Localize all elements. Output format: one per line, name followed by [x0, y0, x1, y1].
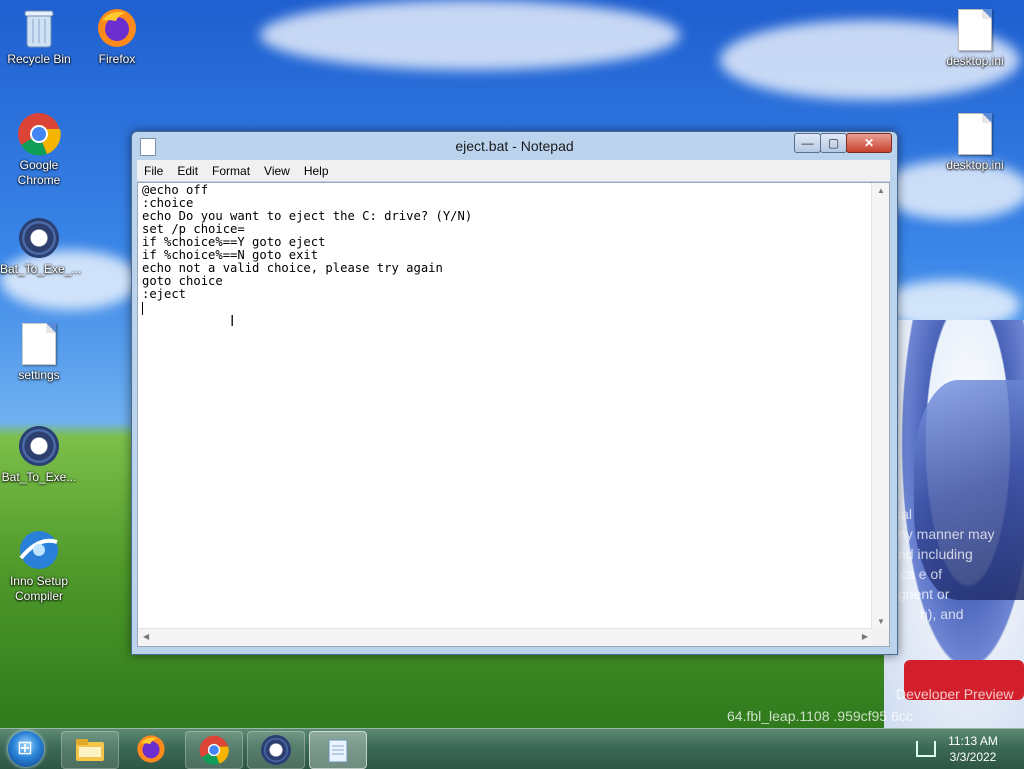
notepad-icon — [328, 739, 348, 763]
scroll-left-icon[interactable]: ◀ — [143, 632, 149, 641]
desktop-icon-google-chrome[interactable]: Google Chrome — [0, 112, 78, 188]
desktop-icon-label: settings — [18, 368, 60, 382]
inno-setup-icon — [17, 528, 61, 572]
scroll-right-icon[interactable]: ▶ — [862, 632, 868, 641]
cloud — [260, 0, 680, 70]
desktop-icon-label: Recycle Bin — [7, 52, 71, 66]
desktop-icon-desktop-ini-2[interactable]: desktop.ini — [936, 112, 1014, 173]
system-clock[interactable]: 11:13 AM 3/3/2022 — [940, 733, 1006, 765]
gear-icon — [261, 735, 291, 765]
watermark-line: Developer Preview — [896, 686, 1014, 702]
document-icon — [17, 322, 61, 366]
taskbar-bat-to-exe[interactable] — [247, 731, 305, 769]
gear-icon — [17, 216, 61, 260]
desktop-icon-label: Google Chrome — [17, 158, 61, 187]
gear-icon — [17, 424, 61, 468]
watermark-line: gnent or — [898, 586, 950, 602]
recycle-bin-icon — [17, 6, 61, 50]
watermark-line: ny manner may — [898, 526, 995, 542]
notepad-window[interactable]: eject.bat - Notepad — ▢ ✕ File Edit Form… — [131, 131, 898, 655]
maximize-button[interactable]: ▢ — [820, 133, 847, 153]
watermark-line: ca e of — [900, 566, 943, 582]
close-button[interactable]: ✕ — [846, 133, 892, 153]
menu-format[interactable]: Format — [205, 164, 257, 178]
anime-character-wallpaper — [884, 320, 1024, 728]
watermark-line: h), and — [920, 606, 964, 622]
chrome-icon — [199, 735, 229, 765]
text-caret — [142, 302, 143, 315]
watermark-line: ial — [898, 506, 913, 522]
desktop-icon-label: Bat_To_Exe... — [1, 470, 77, 484]
desktop-icon-inno-setup[interactable]: Inno Setup Compiler — [0, 528, 78, 604]
folder-icon — [76, 739, 104, 761]
settings-file-icon — [953, 112, 997, 156]
window-title: eject.bat - Notepad — [455, 138, 574, 154]
taskbar-notepad[interactable] — [309, 731, 367, 769]
editor-text[interactable]: @echo off :choice echo Do you want to ej… — [142, 184, 870, 624]
size-grip[interactable] — [872, 629, 889, 646]
chrome-icon — [17, 112, 61, 156]
desktop-icon-bat-to-exe[interactable]: Bat_To_Exe_... — [0, 216, 82, 277]
horizontal-scrollbar[interactable]: ◀ ▶ — [138, 628, 873, 646]
desktop-icon-recycle-bin[interactable]: Recycle Bin — [0, 6, 78, 67]
desktop-icon-settings[interactable]: settings — [0, 322, 78, 383]
firefox-icon — [95, 6, 139, 50]
desktop-icon-label: desktop.ini — [946, 158, 1004, 172]
watermark-line: 64.fbl_leap.1108 .959cf95 6cc — [727, 708, 913, 724]
taskbar-firefox[interactable] — [123, 731, 179, 767]
menu-file[interactable]: File — [137, 164, 170, 178]
scroll-down-icon[interactable]: ▼ — [877, 617, 885, 626]
menu-bar: File Edit Format View Help — [137, 160, 890, 181]
desktop-icon-label: Bat_To_Exe_... — [0, 262, 82, 276]
desktop-icon-label: Inno Setup Compiler — [9, 574, 69, 603]
menu-help[interactable]: Help — [297, 164, 336, 178]
firefox-icon — [137, 735, 165, 763]
taskbar: 11:13 AM 3/3/2022 — [0, 728, 1024, 769]
text-editor[interactable]: @echo off :choice echo Do you want to ej… — [137, 182, 890, 647]
clock-date: 3/3/2022 — [949, 750, 997, 764]
vertical-scrollbar[interactable]: ▲ ▼ — [871, 183, 889, 630]
taskbar-explorer[interactable] — [61, 731, 119, 769]
ibeam-cursor-icon: Ι — [230, 313, 235, 330]
menu-edit[interactable]: Edit — [170, 164, 205, 178]
desktop-icon-desktop-ini[interactable]: desktop.ini — [936, 8, 1014, 69]
taskbar-chrome[interactable] — [185, 731, 243, 769]
scroll-up-icon[interactable]: ▲ — [877, 186, 885, 195]
clock-time: 11:13 AM — [948, 734, 998, 748]
minimize-button[interactable]: — — [794, 133, 821, 153]
start-button[interactable] — [8, 731, 44, 767]
network-icon[interactable] — [916, 741, 936, 757]
title-bar[interactable]: eject.bat - Notepad — ▢ ✕ — [132, 132, 897, 160]
menu-view[interactable]: View — [257, 164, 297, 178]
desktop-icon-bat-to-exe-2[interactable]: Bat_To_Exe... — [0, 424, 78, 485]
settings-file-icon — [953, 8, 997, 52]
desktop-icon-firefox[interactable]: Firefox — [78, 6, 156, 67]
desktop-icon-label: desktop.ini — [946, 54, 1004, 68]
watermark-line: nd including — [898, 546, 973, 562]
desktop-icon-label: Firefox — [98, 52, 136, 66]
